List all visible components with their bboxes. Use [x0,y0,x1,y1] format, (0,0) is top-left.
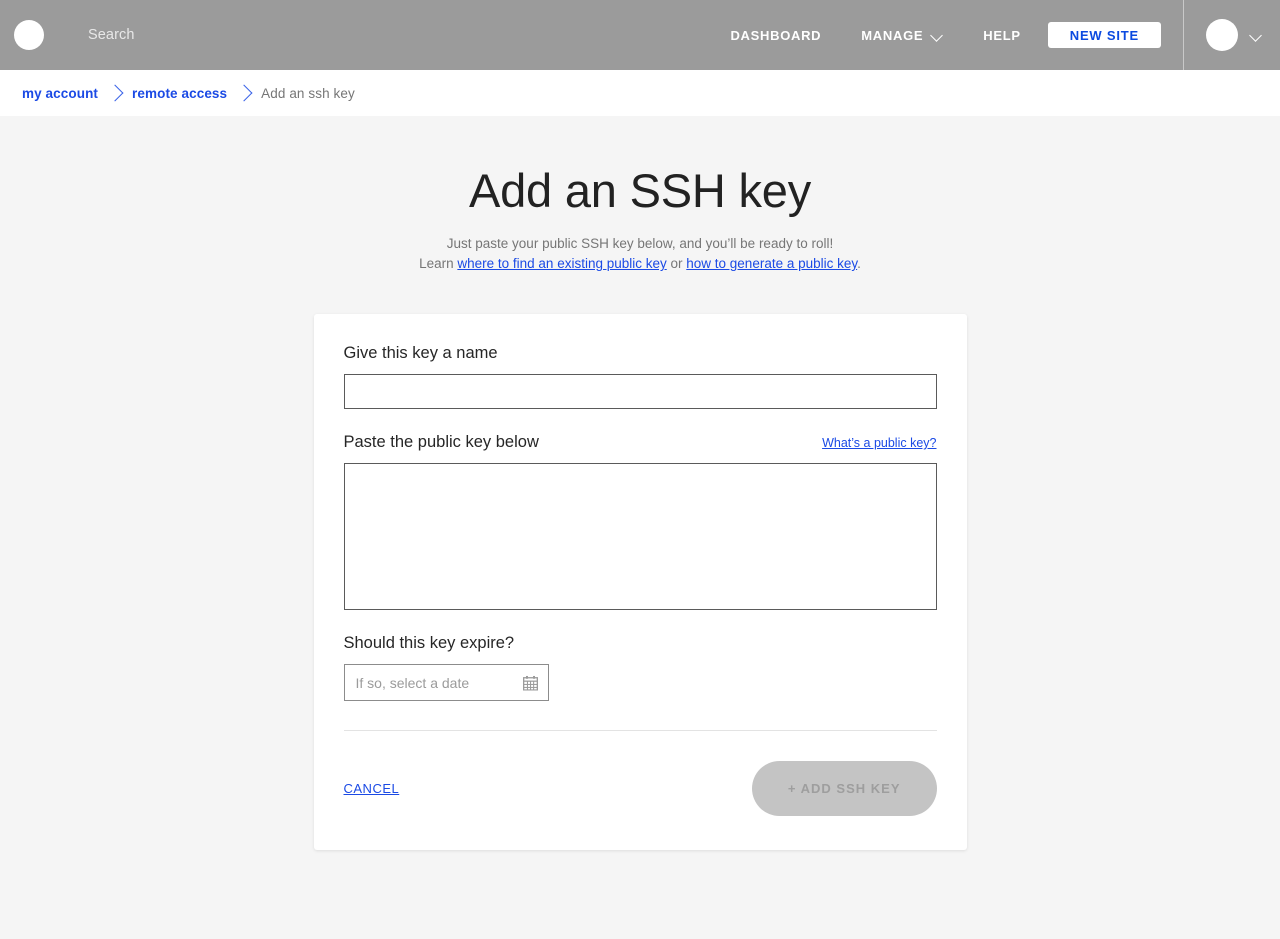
nav-link-dashboard[interactable]: DASHBOARD [730,28,821,43]
chevron-right-icon [104,82,126,104]
page-subtitle-line2: Learn where to find an existing public k… [0,254,1280,274]
link-find-existing-public-key[interactable]: where to find an existing public key [457,256,666,271]
chevron-down-icon [932,30,943,41]
new-site-button[interactable]: NEW SITE [1047,22,1161,48]
public-key-textarea[interactable] [343,463,937,610]
public-key-label-row: Paste the public key below What’s a publ… [344,433,937,452]
subtitle-period: . [857,256,861,271]
expiry-field-group: Should this key expire? [343,634,937,701]
key-name-label: Give this key a name [343,344,498,362]
top-navbar: Search DASHBOARD MANAGE HELP NEW SITE [0,0,1280,70]
add-ssh-key-button[interactable]: + ADD SSH KEY [751,761,937,816]
account-chevron-down-icon [1251,30,1262,41]
page-subtitle-line1: Just paste your public SSH key below, an… [446,236,834,251]
main-content: Add an SSH key Just paste your public SS… [0,116,1280,939]
breadcrumb-item-current: Add an ssh key [261,85,355,101]
nav-link-dashboard-label: DASHBOARD [730,27,822,43]
navbar-left-group: Search [0,20,135,50]
user-avatar-icon [1206,19,1238,51]
expiry-date-input[interactable] [343,664,549,701]
breadcrumb-item-remote-access[interactable]: remote access [132,86,227,101]
cancel-button[interactable]: CANCEL [344,781,400,796]
key-name-field-group: Give this key a name [343,344,937,409]
page-title: Add an SSH key [468,164,812,217]
chevron-right-icon [233,82,255,104]
search-input[interactable]: Search [88,27,135,43]
nav-link-help-label: HELP [983,27,1021,43]
circle-logo-icon[interactable] [14,20,44,50]
expiry-label: Should this key expire? [343,634,515,652]
key-name-input[interactable] [343,374,937,409]
nav-link-help[interactable]: HELP [983,28,1020,43]
link-generate-public-key[interactable]: how to generate a public key [686,256,857,271]
ssh-key-form-card: Give this key a name Paste the public ke… [313,314,967,850]
account-menu[interactable] [1184,0,1280,70]
page-subtitle: Just paste your public SSH key below, an… [0,234,1280,274]
form-divider [343,730,937,731]
expiry-date-wrapper [343,664,549,701]
whats-a-public-key-link[interactable]: What’s a public key? [822,436,936,452]
public-key-label: Paste the public key below [343,433,539,451]
nav-link-manage-label: MANAGE [861,27,924,43]
nav-link-manage[interactable]: MANAGE [861,28,943,43]
subtitle-learn-prefix: Learn [419,256,458,271]
navbar-right-group: DASHBOARD MANAGE HELP NEW SITE [730,0,1183,70]
subtitle-or: or [666,256,687,271]
breadcrumb: my account remote access Add an ssh key [0,70,1280,116]
form-actions: CANCEL + ADD SSH KEY [344,761,937,816]
breadcrumb-item-my-account[interactable]: my account [22,86,98,101]
public-key-field-group: Paste the public key below What’s a publ… [343,433,937,610]
